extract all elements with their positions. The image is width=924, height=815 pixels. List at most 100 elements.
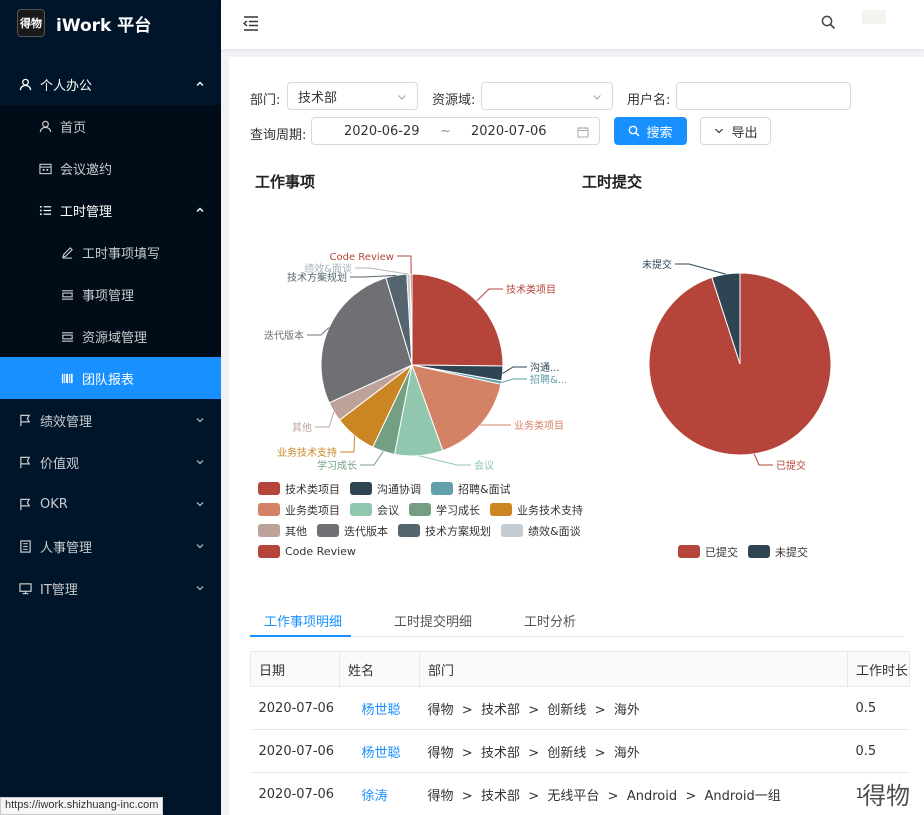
legend-item[interactable]: 学习成长 bbox=[409, 502, 480, 518]
chevron-down-icon bbox=[196, 502, 204, 507]
brand-title: iWork 平台 bbox=[56, 15, 152, 36]
legend-item[interactable]: 业务技术支持 bbox=[490, 502, 583, 518]
legend-item[interactable]: 招聘&面试 bbox=[431, 481, 511, 497]
menu-item-item-manage[interactable]: 事项管理 bbox=[0, 273, 221, 315]
date-range-picker[interactable]: 2020-06-29 ~ 2020-07-06 bbox=[311, 117, 600, 145]
menu-label: IT管理 bbox=[40, 582, 78, 598]
legend-item[interactable]: 未提交 bbox=[748, 544, 808, 560]
table-row[interactable]: 2020-07-06 杨世聪 得物 > 技术部 > 创新线 > 海外 0.5 bbox=[250, 686, 910, 730]
pie-slice[interactable] bbox=[411, 273, 504, 367]
menu-item-values[interactable]: 价值观 bbox=[0, 441, 221, 483]
menu-item-it[interactable]: IT管理 bbox=[0, 567, 221, 609]
menu-item-meeting[interactable]: 会议邀约 bbox=[0, 147, 221, 189]
user-name-link[interactable]: 徐涛 bbox=[362, 789, 388, 804]
menu-item-okr[interactable]: OKR bbox=[0, 483, 221, 525]
col-date[interactable]: 日期 bbox=[250, 651, 340, 687]
work-items-legend: 技术类项目 沟通协调 招聘&面试业务类项目 会议 学习成长 业务技术支持其他 迭代版本 技术方… bbox=[258, 478, 593, 562]
chevron-down-icon bbox=[196, 418, 204, 423]
user-name-link[interactable]: 杨世聪 bbox=[362, 703, 401, 718]
crumb-separator: > bbox=[599, 788, 627, 804]
menu-label: 会议邀约 bbox=[60, 162, 113, 178]
user-icon bbox=[18, 77, 32, 91]
col-name[interactable]: 姓名 bbox=[339, 651, 420, 687]
label-leader-line bbox=[315, 411, 335, 428]
tab-work-item-detail[interactable]: 工作事项明细 bbox=[264, 611, 342, 630]
slice-label: 其他 bbox=[292, 421, 312, 434]
cell-dept-breadcrumb: 得物 > 技术部 > 无线平台 > Android > Android一组 bbox=[419, 772, 848, 815]
menu-item-team-report[interactable]: 团队报表 bbox=[0, 357, 221, 399]
table-icon bbox=[60, 329, 74, 343]
crumb-separator: > bbox=[519, 702, 548, 718]
search-button[interactable]: 搜索 bbox=[614, 117, 687, 145]
menu-item-domain-manage[interactable]: 资源域管理 bbox=[0, 315, 221, 357]
detail-tabs: 工作事项明细 工时提交明细 工时分析 bbox=[250, 603, 903, 637]
menu-item-worktime-fill[interactable]: 工时事项填写 bbox=[0, 231, 221, 273]
avatar[interactable] bbox=[862, 10, 886, 24]
main-content: 部门: 技术部 资源域: 用户名: 查询周期: 2020-06-29 ~ 202… bbox=[229, 57, 924, 815]
menu-fold-icon[interactable] bbox=[242, 14, 260, 32]
dept-crumb: Android bbox=[626, 788, 678, 804]
table-row[interactable]: 2020-07-06 杨世聪 得物 > 技术部 > 创新线 > 海外 0.5 bbox=[250, 729, 910, 773]
legend-item[interactable]: 会议 bbox=[350, 502, 399, 518]
menu-item-performance[interactable]: 绩效管理 bbox=[0, 399, 221, 441]
label-leader-line bbox=[360, 451, 384, 466]
legend-item[interactable]: Code Review bbox=[258, 545, 356, 558]
menu-label: 工时管理 bbox=[60, 204, 113, 220]
dept-select[interactable]: 技术部 bbox=[287, 82, 418, 110]
label-leader-line bbox=[397, 255, 412, 275]
cell-date: 2020-07-06 bbox=[250, 686, 340, 730]
legend-swatch bbox=[350, 503, 372, 516]
label-leader-line bbox=[502, 366, 527, 374]
cell-name: 杨世聪 bbox=[339, 686, 420, 730]
legend-swatch bbox=[317, 524, 339, 537]
tab-worktime-analysis[interactable]: 工时分析 bbox=[524, 611, 576, 630]
status-bar-url: https://iwork.shizhuang-inc.com bbox=[0, 797, 164, 815]
crumb-separator: > bbox=[453, 788, 481, 804]
username-input[interactable] bbox=[676, 82, 851, 110]
tab-worktime-submit-detail[interactable]: 工时提交明细 bbox=[394, 611, 472, 630]
cell-hours: 0.5 bbox=[847, 686, 910, 730]
legend-swatch bbox=[258, 545, 280, 558]
legend-label: 未提交 bbox=[775, 545, 808, 559]
user-name-link[interactable]: 杨世聪 bbox=[362, 746, 401, 761]
legend-item[interactable]: 业务类项目 bbox=[258, 502, 340, 518]
dept-crumb: 创新线 bbox=[547, 745, 587, 761]
chevron-down-icon bbox=[593, 95, 601, 100]
cell-date: 2020-07-06 bbox=[250, 772, 340, 815]
calendar-icon bbox=[577, 127, 589, 138]
export-button-label: 导出 bbox=[731, 125, 758, 141]
brand[interactable]: 得物 iWork 平台 bbox=[0, 0, 221, 46]
search-icon[interactable] bbox=[821, 15, 836, 30]
menu-group-personal[interactable]: 个人办公 bbox=[0, 63, 221, 105]
legend-item[interactable]: 其他 bbox=[258, 523, 307, 539]
legend-item[interactable]: 绩效&面谈 bbox=[501, 523, 581, 539]
domain-select[interactable] bbox=[481, 82, 613, 110]
slice-label: 已提交 bbox=[776, 459, 806, 472]
legend-label: 沟通协调 bbox=[377, 482, 421, 496]
menu-label: 首页 bbox=[60, 120, 87, 136]
col-dept[interactable]: 部门 bbox=[419, 651, 848, 687]
legend-label: 会议 bbox=[377, 503, 399, 517]
slice-label: 沟通... bbox=[530, 361, 560, 374]
document-icon bbox=[18, 539, 32, 553]
dept-crumb: 创新线 bbox=[547, 702, 587, 718]
slice-label: 学习成长 bbox=[317, 459, 357, 472]
col-hours[interactable]: 工作时长 bbox=[847, 651, 910, 687]
menu-label: 资源域管理 bbox=[82, 330, 148, 346]
export-button[interactable]: 导出 bbox=[700, 117, 771, 145]
legend-item[interactable]: 已提交 bbox=[678, 544, 738, 560]
menu-label: OKR bbox=[40, 496, 68, 512]
menu-item-worktime[interactable]: 工时管理 bbox=[0, 189, 221, 231]
chevron-down-icon bbox=[398, 95, 406, 100]
menu-item-home[interactable]: 首页 bbox=[0, 105, 221, 147]
legend-item[interactable]: 技术方案规划 bbox=[398, 523, 491, 539]
legend-item[interactable]: 迭代版本 bbox=[317, 523, 388, 539]
label-leader-line bbox=[675, 263, 726, 275]
menu-item-hr[interactable]: 人事管理 bbox=[0, 525, 221, 567]
legend-item[interactable]: 技术类项目 bbox=[258, 481, 340, 497]
legend-label: 迭代版本 bbox=[344, 524, 388, 538]
table-row[interactable]: 2020-07-06 徐涛 得物 > 技术部 > 无线平台 > Android > … bbox=[250, 772, 910, 815]
legend-item[interactable]: 沟通协调 bbox=[350, 481, 421, 497]
work-items-title: 工作事项 bbox=[255, 173, 316, 191]
legend-row: 技术类项目 沟通协调 招聘&面试 bbox=[258, 478, 593, 499]
